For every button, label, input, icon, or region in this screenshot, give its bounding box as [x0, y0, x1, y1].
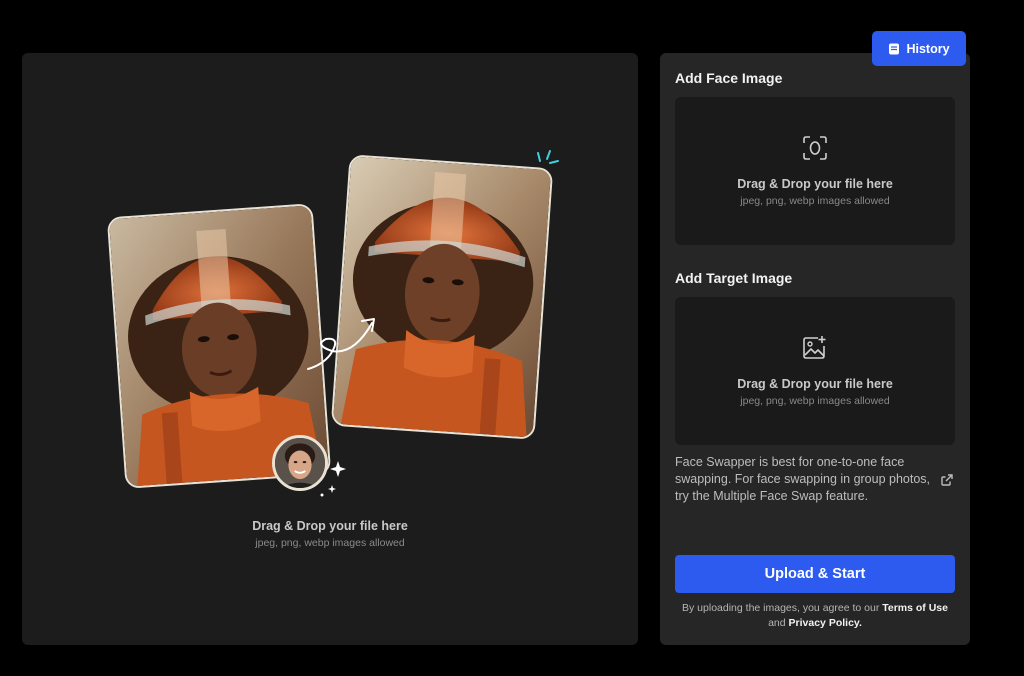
info-text: Face Swapper is best for one-to-one face…	[675, 455, 931, 503]
face-scan-icon	[803, 136, 827, 160]
history-icon	[889, 43, 900, 54]
face-drop-subtitle: jpeg, png, webp images allowed	[740, 195, 890, 207]
image-add-icon	[803, 336, 826, 359]
swap-arrow-icon	[307, 318, 375, 370]
privacy-policy-link[interactable]: Privacy Policy	[789, 617, 859, 629]
face-dropzone[interactable]: Drag & Drop your file here jpeg, png, we…	[675, 97, 955, 245]
preview-drop-subtitle: jpeg, png, webp images allowed	[255, 537, 405, 549]
history-label: History	[906, 41, 950, 56]
upload-panel: Add Face Image Drag & Drop your file her…	[660, 53, 970, 645]
target-drop-subtitle: jpeg, png, webp images allowed	[740, 395, 890, 407]
preview-drop-title: Drag & Drop your file here	[252, 519, 408, 533]
face-drop-title: Drag & Drop your file here	[737, 177, 893, 191]
terms-suffix: .	[858, 617, 862, 629]
terms-and: and	[768, 617, 789, 629]
target-dropzone[interactable]: Drag & Drop your file here jpeg, png, we…	[675, 297, 955, 445]
face-section-title: Add Face Image	[675, 70, 783, 86]
result-photo	[330, 154, 554, 440]
terms-of-use-link[interactable]: Terms of Use	[882, 602, 948, 614]
target-drop-title: Drag & Drop your file here	[737, 377, 893, 391]
history-button[interactable]: History	[872, 31, 966, 66]
preview-panel[interactable]: Drag & Drop your file here jpeg, png, we…	[22, 53, 638, 645]
terms-notice: By uploading the images, you agree to ou…	[680, 601, 950, 631]
upload-start-button[interactable]: Upload & Start	[675, 555, 955, 593]
sparkle-icon	[537, 150, 559, 164]
face-avatar	[272, 435, 328, 491]
terms-prefix: By uploading the images, you agree to ou…	[682, 602, 883, 614]
external-link-icon[interactable]	[940, 473, 954, 487]
target-section-title: Add Target Image	[675, 270, 793, 286]
